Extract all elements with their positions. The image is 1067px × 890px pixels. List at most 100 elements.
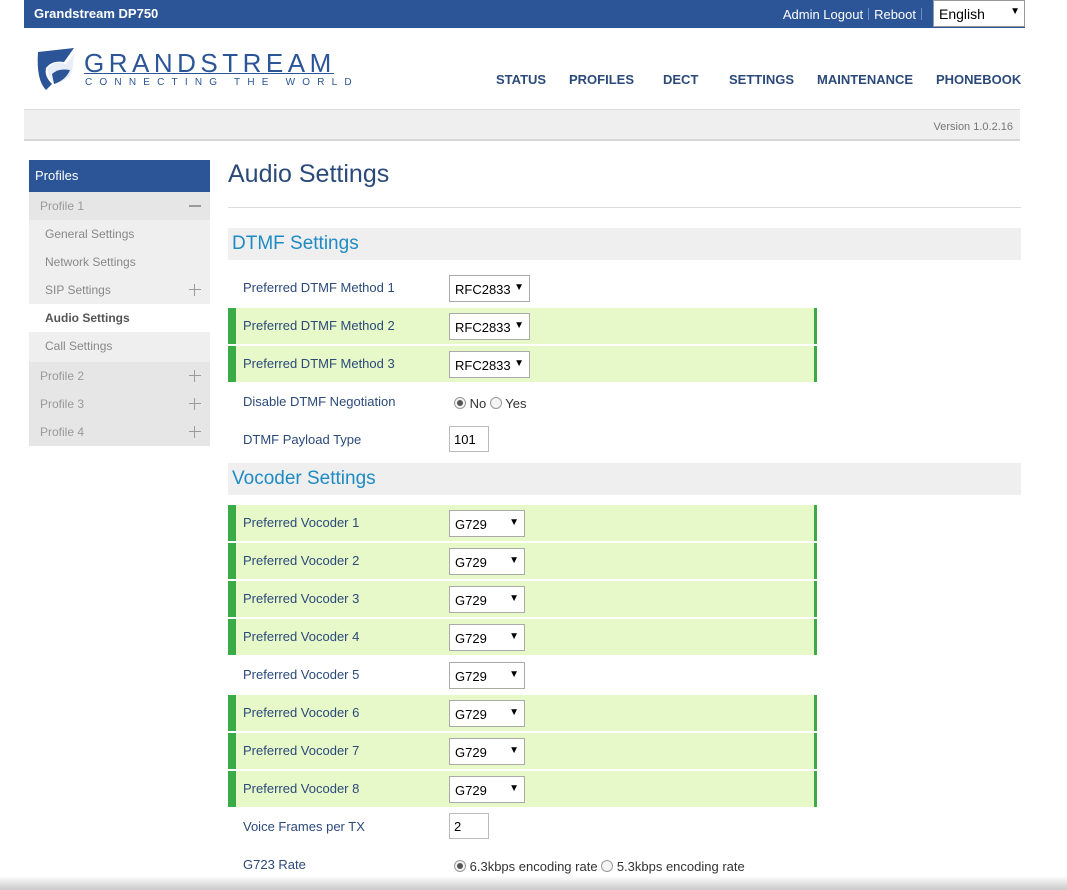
field-label: Preferred Vocoder 4	[243, 629, 360, 644]
sidebar-profile-label: Profile 1	[40, 199, 85, 213]
dtmf-negotiation-row: Disable DTMF Negotiation No Yes	[228, 384, 817, 420]
dropdown-arrow-icon: ▼	[509, 593, 519, 604]
dtmf-method-3-select[interactable]: RFC2833 ▼	[449, 351, 530, 378]
field-label: Preferred Vocoder 7	[243, 743, 360, 758]
vocoder-4-select[interactable]: G729 ▼	[449, 624, 525, 651]
dtmf-method-2-select[interactable]: RFC2833 ▼	[449, 313, 530, 340]
field-label: Preferred Vocoder 3	[243, 591, 360, 606]
radio-label: No	[469, 396, 487, 411]
dropdown-arrow-icon: ▼	[509, 707, 519, 718]
field-label: Preferred Vocoder 2	[243, 553, 360, 568]
voice-frames-input[interactable]: 2	[449, 813, 489, 839]
firmware-version: Version 1.0.2.16	[933, 121, 1013, 133]
vocoder-3-select[interactable]: G729 ▼	[449, 586, 525, 613]
sidebar-item-general-settings[interactable]: General Settings	[29, 220, 210, 248]
voice-frames-row: Voice Frames per TX 2	[228, 809, 817, 845]
dropdown-arrow-icon: ▼	[514, 282, 524, 293]
radio-label: 6.3kbps encoding rate	[469, 859, 598, 874]
collapse-icon[interactable]	[189, 200, 201, 212]
nav-settings[interactable]: SETTINGS	[729, 72, 794, 87]
field-label: Preferred Vocoder 5	[243, 667, 360, 682]
window-bottom-edge	[0, 876, 1067, 890]
nav-profiles[interactable]: PROFILES	[569, 72, 634, 87]
dropdown-arrow-icon: ▼	[509, 783, 519, 794]
vocoder-5-row: Preferred Vocoder 5 G729 ▼	[228, 657, 817, 693]
radio-label: Yes	[505, 396, 527, 411]
dtmf-method-1-select[interactable]: RFC2833 ▼	[449, 275, 530, 302]
vocoder-6-select[interactable]: G729 ▼	[449, 700, 525, 727]
sidebar-item-label: General Settings	[45, 227, 135, 241]
vocoder-8-row: Preferred Vocoder 8 G729 ▼	[228, 771, 817, 807]
sidebar-profile-4[interactable]: Profile 4	[29, 418, 210, 446]
sidebar-item-call-settings[interactable]: Call Settings	[29, 332, 210, 362]
sidebar-item-sip-settings[interactable]: SIP Settings	[29, 276, 210, 304]
field-label: Preferred DTMF Method 3	[243, 356, 395, 371]
dropdown-arrow-icon: ▼	[514, 358, 524, 369]
section-vocoder-settings: Vocoder Settings	[228, 463, 1021, 495]
sidebar-item-audio-settings[interactable]: Audio Settings	[29, 304, 210, 332]
link-divider	[921, 8, 922, 20]
select-value: G729	[455, 631, 487, 646]
sidebar-profile-1[interactable]: Profile 1	[29, 192, 210, 220]
vocoder-2-row: Preferred Vocoder 2 G729 ▼	[228, 543, 817, 579]
vocoder-1-select[interactable]: G729 ▼	[449, 510, 525, 537]
field-label: Voice Frames per TX	[243, 819, 365, 834]
vocoder-2-select[interactable]: G729 ▼	[449, 548, 525, 575]
field-label: Preferred Vocoder 8	[243, 781, 360, 796]
vocoder-7-select[interactable]: G729 ▼	[449, 738, 525, 765]
expand-icon[interactable]	[189, 370, 201, 382]
dropdown-arrow-icon: ▼	[509, 631, 519, 642]
radio-label: 5.3kbps encoding rate	[616, 859, 745, 874]
nav-maintenance[interactable]: MAINTENANCE	[817, 72, 913, 87]
top-links: Admin Logout Reboot	[783, 7, 927, 22]
select-value: G729	[455, 517, 487, 532]
radio-yes[interactable]	[489, 397, 502, 409]
expand-icon[interactable]	[189, 398, 201, 410]
dtmf-payload-input[interactable]: 101	[449, 426, 489, 452]
sidebar-profile-label: Profile 4	[40, 425, 85, 439]
sidebar-item-network-settings[interactable]: Network Settings	[29, 248, 210, 276]
brand-name: GRANDSTREAM	[84, 48, 336, 78]
dtmf-negotiation-radios: No Yes	[454, 396, 526, 411]
brand-tagline: CONNECTING THE WORLD	[85, 77, 359, 88]
sidebar-profile-label: Profile 2	[40, 369, 85, 383]
sidebar-profile-2[interactable]: Profile 2	[29, 362, 210, 390]
dropdown-arrow-icon: ▼	[509, 669, 519, 680]
language-select[interactable]: English ▼	[933, 0, 1025, 27]
sidebar-item-label: SIP Settings	[45, 283, 111, 297]
expand-icon[interactable]	[189, 426, 201, 438]
field-label: Preferred Vocoder 1	[243, 515, 360, 530]
field-label: Preferred DTMF Method 2	[243, 318, 395, 333]
page-title: Audio Settings	[228, 160, 390, 188]
admin-logout-link[interactable]: Admin Logout	[783, 7, 863, 22]
radio-5-3kbps[interactable]	[601, 860, 614, 872]
sidebar-profile-3[interactable]: Profile 3	[29, 390, 210, 418]
field-label: Preferred DTMF Method 1	[243, 280, 395, 295]
section-dtmf-settings: DTMF Settings	[228, 228, 1021, 260]
field-label: Preferred Vocoder 6	[243, 705, 360, 720]
radio-no[interactable]	[454, 397, 466, 409]
brand-underline	[84, 73, 334, 74]
dtmf-method-2-row: Preferred DTMF Method 2 RFC2833 ▼	[228, 308, 817, 344]
sidebar-item-label: Audio Settings	[45, 311, 130, 325]
expand-icon[interactable]	[189, 284, 201, 296]
vocoder-6-row: Preferred Vocoder 6 G729 ▼	[228, 695, 817, 731]
select-value: G729	[455, 555, 487, 570]
select-value: G729	[455, 745, 487, 760]
dropdown-arrow-icon: ▼	[514, 320, 524, 331]
nav-status[interactable]: STATUS	[496, 72, 546, 87]
field-label: G723 Rate	[243, 857, 306, 872]
select-value: G729	[455, 707, 487, 722]
vocoder-5-select[interactable]: G729 ▼	[449, 662, 525, 689]
nav-phonebook[interactable]: PHONEBOOK	[936, 72, 1021, 87]
select-value: RFC2833	[455, 282, 511, 297]
radio-6-3kbps[interactable]	[454, 860, 466, 872]
dtmf-method-1-row: Preferred DTMF Method 1 RFC2833 ▼	[228, 270, 817, 306]
reboot-link[interactable]: Reboot	[874, 7, 916, 22]
vocoder-8-select[interactable]: G729 ▼	[449, 776, 525, 803]
dropdown-arrow-icon: ▼	[1010, 6, 1020, 17]
nav-dect[interactable]: DECT	[663, 72, 698, 87]
field-label: Disable DTMF Negotiation	[243, 394, 396, 409]
sidebar-profile-label: Profile 3	[40, 397, 85, 411]
sidebar-item-label: Network Settings	[45, 255, 136, 269]
